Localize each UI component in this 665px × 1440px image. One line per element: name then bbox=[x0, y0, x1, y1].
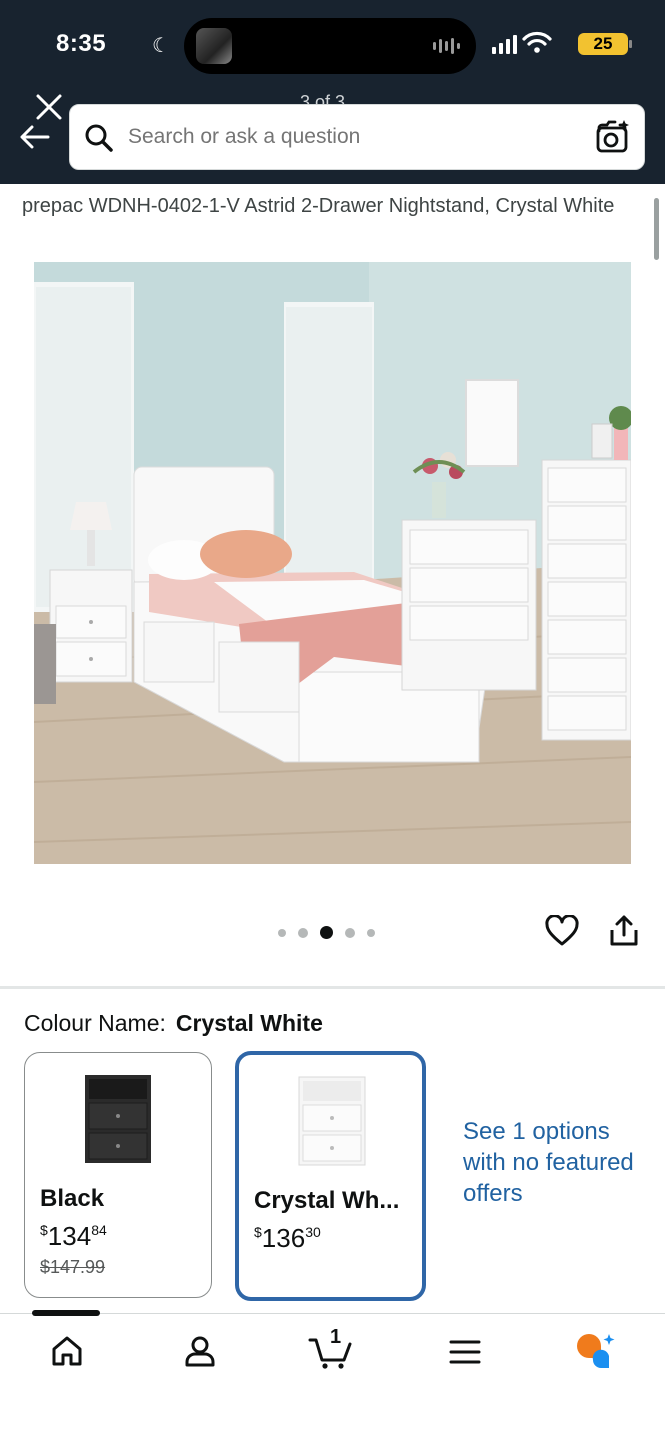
colour-name-label: Colour Name: bbox=[24, 1010, 166, 1036]
active-tab-indicator bbox=[32, 1310, 100, 1316]
section-divider bbox=[0, 986, 665, 989]
swatch-was-price: $147.99 bbox=[40, 1257, 106, 1277]
currency-symbol: $ bbox=[40, 1222, 48, 1238]
home-icon[interactable] bbox=[50, 1334, 84, 1368]
bottom-nav: 1 bbox=[0, 1310, 665, 1440]
scrollbar[interactable] bbox=[654, 198, 659, 260]
dynamic-island bbox=[184, 18, 476, 74]
audio-waveform-icon bbox=[433, 37, 460, 55]
bedroom-scene-illustration bbox=[34, 262, 631, 864]
cart-button[interactable]: 1 bbox=[308, 1326, 358, 1370]
swatch-price: $13630 bbox=[254, 1223, 321, 1254]
swatch-name: Crystal Wh... bbox=[254, 1187, 400, 1214]
back-arrow-icon[interactable] bbox=[18, 122, 52, 152]
colour-option-crystal-white[interactable]: Crystal Wh... $13630 bbox=[235, 1051, 426, 1301]
top-bar: 8:35 ☾ 25 3 of 3 bbox=[0, 0, 665, 184]
colour-option-black[interactable]: Black $13484 $147.99 bbox=[24, 1052, 212, 1298]
account-icon[interactable] bbox=[183, 1334, 217, 1368]
now-playing-artwork bbox=[196, 28, 232, 64]
pagination-dot[interactable] bbox=[298, 927, 308, 938]
battery-tip bbox=[629, 40, 632, 48]
focus-moon-icon: ☾ bbox=[152, 35, 170, 57]
search-bar[interactable] bbox=[69, 104, 645, 170]
price-fraction: 84 bbox=[91, 1222, 107, 1238]
price-whole: 134 bbox=[47, 1221, 92, 1251]
search-input[interactable] bbox=[128, 125, 568, 149]
black-nightstand-thumbnail bbox=[85, 1075, 151, 1163]
wifi-icon bbox=[522, 31, 552, 53]
currency-symbol: $ bbox=[254, 1224, 262, 1240]
pagination-dot[interactable] bbox=[367, 928, 375, 937]
price-fraction: 30 bbox=[305, 1224, 321, 1240]
product-title[interactable]: prepac WDNH-0402-1-V Astrid 2-Drawer Nig… bbox=[22, 192, 632, 220]
cellular-signal-icon bbox=[492, 34, 517, 54]
search-icon bbox=[85, 124, 113, 152]
battery-indicator: 25 bbox=[578, 33, 628, 55]
close-icon[interactable] bbox=[34, 92, 64, 122]
wishlist-heart-icon[interactable] bbox=[545, 915, 579, 947]
see-options-link[interactable]: See 1 options with no featured offers bbox=[463, 1116, 643, 1209]
menu-icon[interactable] bbox=[449, 1338, 481, 1366]
product-image[interactable] bbox=[34, 262, 631, 864]
colour-name-row: Colour Name: Crystal White bbox=[24, 1010, 323, 1037]
swatch-name: Black bbox=[40, 1185, 105, 1212]
pagination-dot[interactable] bbox=[345, 927, 355, 938]
pagination-dot-active[interactable] bbox=[320, 926, 333, 939]
camera-lens-icon[interactable] bbox=[594, 119, 630, 155]
rufus-icon[interactable] bbox=[575, 1332, 617, 1370]
white-nightstand-thumbnail bbox=[298, 1076, 366, 1166]
price-whole: 136 bbox=[261, 1223, 306, 1253]
cart-count: 1 bbox=[330, 1326, 342, 1348]
swatch-price: $13484 bbox=[40, 1221, 107, 1252]
status-time: 8:35 bbox=[56, 30, 107, 57]
colour-name-value: Crystal White bbox=[175, 1010, 323, 1036]
image-pagination[interactable] bbox=[278, 926, 375, 939]
share-icon[interactable] bbox=[608, 914, 640, 948]
pagination-dot[interactable] bbox=[278, 928, 286, 937]
